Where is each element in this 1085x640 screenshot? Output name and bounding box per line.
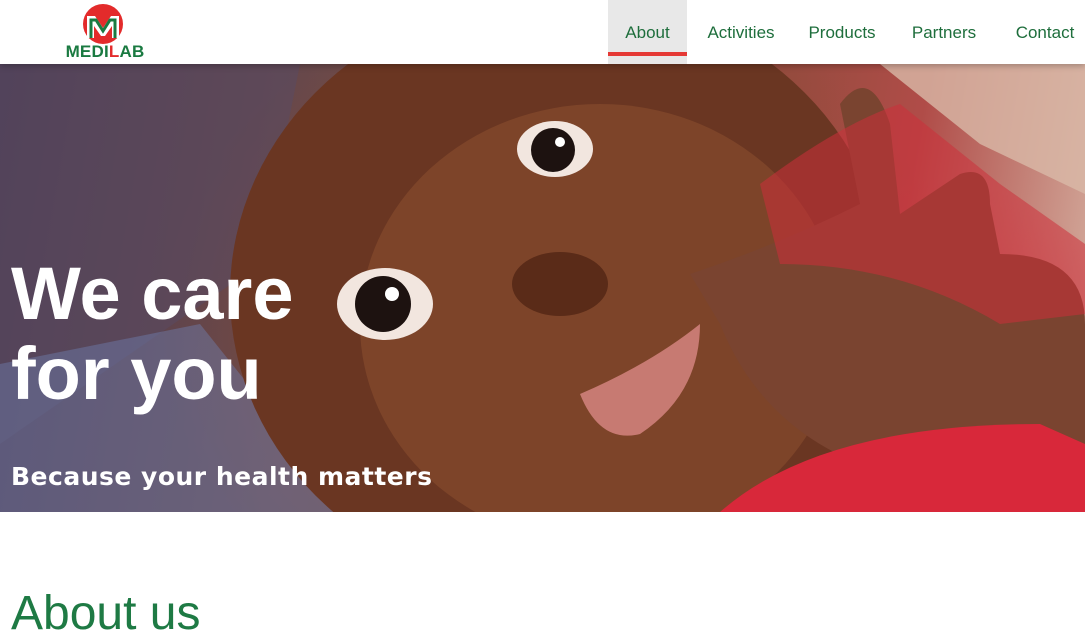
nav-item-partners-label: Partners — [911, 23, 977, 42]
hero-subtitle: Because your health matters — [11, 462, 433, 491]
nav-item-contact[interactable]: Contact — [1005, 0, 1085, 64]
nav-item-about[interactable]: About — [608, 0, 687, 64]
logo-text-part3: AB — [119, 42, 145, 61]
logo-text-part1: MEDI — [65, 42, 109, 61]
site-header: MEDILAB About Activities Products Partne… — [0, 0, 1085, 64]
hero-title-line1: We care — [11, 252, 294, 335]
nav-item-products[interactable]: Products — [802, 0, 882, 64]
hero-title-line2: for you — [11, 332, 262, 415]
nav-item-contact-label: Contact — [1015, 23, 1075, 42]
hero-banner: We care for you Because your health matt… — [0, 64, 1085, 512]
medilab-logo-icon — [83, 4, 123, 44]
nav-item-activities[interactable]: Activities — [701, 0, 781, 64]
nav-item-activities-label: Activities — [707, 23, 775, 42]
nav-item-about-label: About — [625, 23, 670, 42]
hero-title: We care for you — [11, 254, 294, 414]
nav-item-products-label: Products — [808, 23, 876, 42]
logo-wordmark: MEDILAB — [64, 42, 146, 62]
about-heading: About us — [11, 587, 201, 640]
logo-text-part2: L — [108, 42, 120, 61]
nav-item-partners[interactable]: Partners — [904, 0, 984, 64]
medilab-logo[interactable]: MEDILAB — [64, 4, 146, 62]
